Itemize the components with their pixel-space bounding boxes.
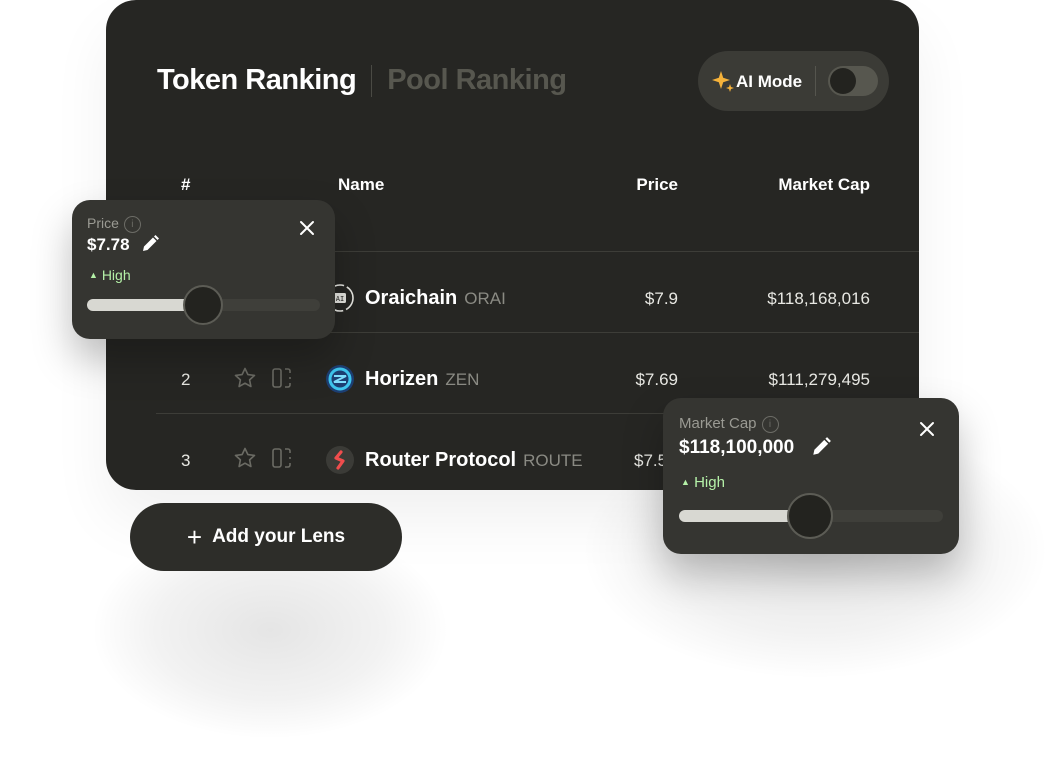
token-name: Oraichain (365, 287, 458, 309)
ai-mode-toggle[interactable] (828, 66, 878, 96)
token-symbol: ZEN (445, 370, 480, 389)
price-filter-label: Price (87, 215, 119, 231)
compare-icon[interactable] (270, 446, 294, 470)
ranking-tabs: Token Ranking Pool Ranking (157, 64, 567, 97)
token-name: Horizen (365, 368, 439, 390)
market-cap-cell: $118,168,016 (767, 289, 870, 308)
tab-divider (371, 64, 373, 97)
market-cap-cell: $111,279,495 (768, 370, 870, 389)
info-icon[interactable]: i (123, 215, 141, 233)
price-filter-popup: Price i $7.78 ▲ High (72, 200, 335, 339)
token-name-cell: Oraichain ORAI (365, 287, 506, 310)
caret-up-icon: ▲ (681, 477, 690, 487)
price-slider-handle[interactable] (183, 285, 223, 325)
header-market-cap[interactable]: Market Cap (720, 175, 870, 195)
close-icon[interactable] (917, 419, 937, 439)
star-icon[interactable] (233, 446, 257, 470)
token-name-cell: Horizen ZEN (365, 368, 479, 391)
svg-text:AI: AI (336, 295, 344, 303)
price-cell: $7.69 (635, 370, 678, 389)
close-icon[interactable] (297, 218, 317, 238)
price-filter-value: $7.78 (87, 235, 130, 254)
tab-pool-ranking[interactable]: Pool Ranking (387, 64, 567, 97)
price-filter-label-wrap: Price i (87, 215, 141, 233)
horizen-logo-icon (326, 365, 354, 393)
token-symbol: ORAI (464, 289, 506, 308)
ai-mode-label: AI Mode (736, 72, 803, 91)
market-cap-direction: ▲ High (681, 474, 725, 491)
market-cap-filter-popup: Market Cap i $118,100,000 ▲ High (663, 398, 959, 554)
caret-up-icon: ▲ (89, 270, 98, 280)
header-name[interactable]: Name (338, 175, 384, 195)
ai-mode-pill: AI Mode (698, 51, 889, 111)
price-direction: ▲ High (89, 267, 131, 283)
market-cap-filter-label: Market Cap (679, 415, 757, 432)
price-cell: $7.9 (644, 289, 678, 308)
token-name-cell: Router Protocol ROUTE (365, 449, 583, 472)
token-symbol: ROUTE (523, 451, 583, 470)
pencil-icon[interactable] (810, 436, 832, 458)
plus-icon: + (186, 522, 203, 552)
market-cap-direction-label: High (694, 474, 725, 491)
token-name: Router Protocol (365, 449, 517, 471)
sparkle-icon (712, 71, 734, 92)
add-lens-label: Add your Lens (212, 526, 346, 547)
compare-icon[interactable] (270, 366, 294, 390)
market-cap-filter-value: $118,100,000 (679, 437, 795, 458)
header-rank: # (181, 175, 191, 194)
market-cap-slider-handle[interactable] (787, 493, 833, 539)
rank-cell: 3 (181, 451, 191, 470)
price-direction-label: High (101, 267, 131, 283)
add-lens-button[interactable]: + Add your Lens (130, 503, 402, 571)
price-slider-fill (87, 299, 195, 311)
market-cap-filter-label-wrap: Market Cap i (679, 415, 779, 433)
toggle-knob (830, 68, 856, 94)
info-icon[interactable]: i (761, 415, 779, 433)
pencil-icon[interactable] (140, 234, 160, 254)
header-price[interactable]: Price (578, 175, 678, 195)
tab-token-ranking[interactable]: Token Ranking (157, 64, 357, 97)
rank-cell: 2 (181, 370, 191, 389)
star-icon[interactable] (233, 366, 257, 390)
router-protocol-logo-icon (326, 446, 354, 474)
ai-mode-separator (815, 66, 816, 96)
